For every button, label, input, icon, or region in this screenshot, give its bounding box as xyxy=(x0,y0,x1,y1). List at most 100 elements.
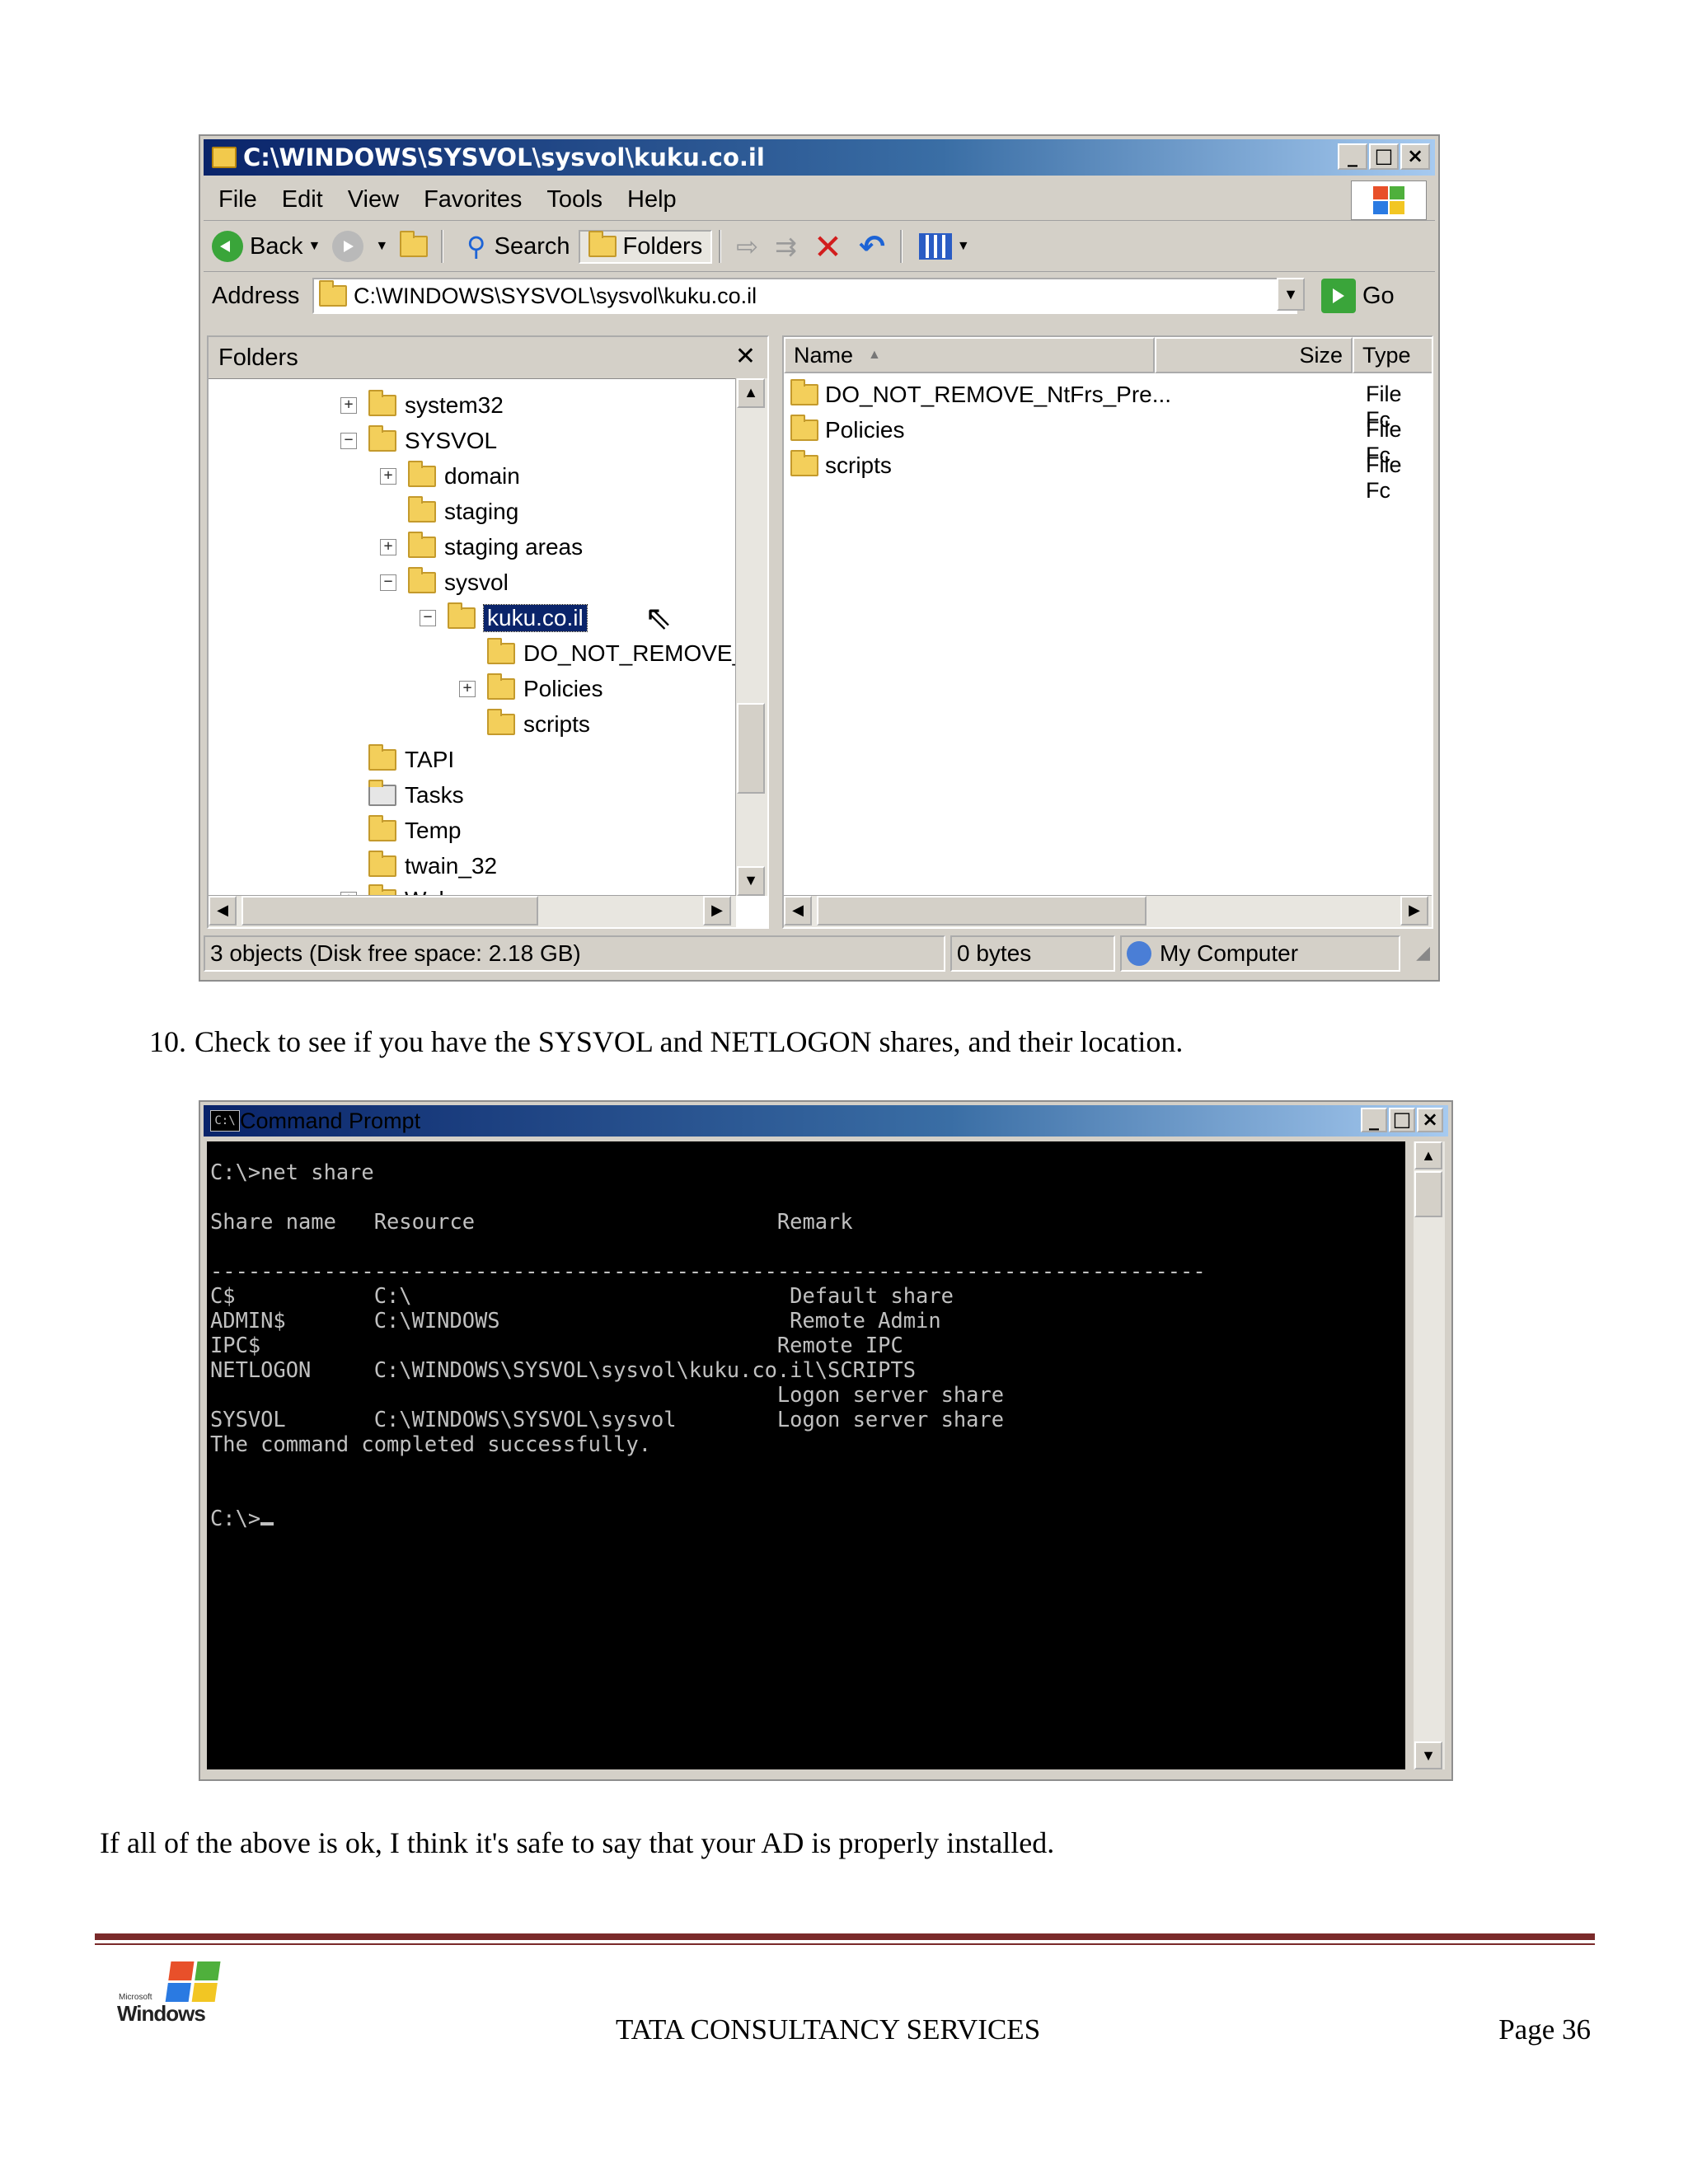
windows-flag-icon xyxy=(1373,186,1406,216)
menu-help[interactable]: Help xyxy=(627,186,677,213)
up-folder-button[interactable] xyxy=(400,231,434,257)
expand-icon[interactable]: + xyxy=(380,468,396,485)
tree-item[interactable]: scripts xyxy=(459,709,590,740)
expand-icon[interactable]: + xyxy=(459,681,476,697)
address-input[interactable]: C:\WINDOWS\SYSVOL\sysvol\kuku.co.il xyxy=(312,278,1297,314)
tree-item[interactable]: + staging areas xyxy=(380,532,583,563)
folder-icon xyxy=(408,532,436,558)
toolbar: Back ▼ ▼ ⚲ Search Folders ⇨ ⇉ ✕ ↶ ▼ xyxy=(204,222,1435,272)
explorer-titlebar[interactable]: C:\WINDOWS\SYSVOL\sysvol\kuku.co.il _ □ … xyxy=(204,139,1435,176)
tree-item-label: DO_NOT_REMOVE_I xyxy=(523,640,752,666)
scroll-thumb[interactable] xyxy=(737,703,765,794)
text-cursor xyxy=(260,1522,274,1526)
tree-item[interactable]: DO_NOT_REMOVE_I xyxy=(459,638,752,669)
minimize-button[interactable]: _ xyxy=(1361,1108,1387,1132)
list-item[interactable]: DO_NOT_REMOVE_NtFrs_Pre... xyxy=(790,378,1171,411)
tree-item-label: scripts xyxy=(523,711,590,737)
tree-item[interactable]: TAPI xyxy=(340,744,454,776)
list-item[interactable]: scripts xyxy=(790,449,892,482)
menu-view[interactable]: View xyxy=(348,186,399,213)
back-button[interactable]: Back ▼ xyxy=(212,231,324,262)
tree-item[interactable]: + domain xyxy=(380,461,520,492)
tasks-folder-icon xyxy=(368,780,396,806)
close-button[interactable]: × xyxy=(1400,143,1430,170)
collapse-icon[interactable]: − xyxy=(380,574,396,591)
menu-file[interactable]: File xyxy=(218,186,257,213)
folders-button[interactable]: Folders xyxy=(578,229,713,264)
files-horizontal-scrollbar[interactable]: ◀ ▶ xyxy=(784,895,1432,927)
scroll-thumb[interactable] xyxy=(241,896,538,926)
mouse-cursor-icon: ⇖ xyxy=(644,600,673,636)
search-button[interactable]: ⚲ Search xyxy=(458,231,570,262)
chevron-down-icon[interactable]: ▼ xyxy=(307,239,321,254)
close-icon[interactable]: ✕ xyxy=(735,342,756,371)
column-header-name[interactable]: Name ▲ xyxy=(784,337,1155,373)
scroll-thumb[interactable] xyxy=(817,896,1146,926)
page-number: Page 36 xyxy=(1498,2013,1591,2046)
tree-item[interactable]: − sysvol xyxy=(380,567,509,598)
scroll-left-button[interactable]: ◀ xyxy=(784,896,812,926)
close-button[interactable]: × xyxy=(1417,1108,1443,1132)
scroll-right-button[interactable]: ▶ xyxy=(703,896,731,926)
footer-rule-thin xyxy=(95,1943,1595,1945)
tree-item[interactable]: − SYSVOL xyxy=(340,425,497,457)
maximize-button[interactable]: □ xyxy=(1369,143,1399,170)
cmd-vertical-scrollbar[interactable]: ▲ ▼ xyxy=(1414,1141,1445,1769)
scroll-up-button[interactable]: ▲ xyxy=(1414,1141,1442,1169)
column-header-size[interactable]: Size xyxy=(1155,337,1353,373)
delete-icon[interactable]: ✕ xyxy=(814,227,842,267)
list-item[interactable]: Policies xyxy=(790,414,904,447)
scroll-up-button[interactable]: ▲ xyxy=(737,378,765,408)
status-bar: 3 objects (Disk free space: 2.18 GB) 0 b… xyxy=(204,934,1435,975)
folders-vertical-scrollbar[interactable]: ▲ ▼ xyxy=(735,378,767,896)
tree-item[interactable]: twain_32 xyxy=(340,851,497,882)
minimize-button[interactable]: _ xyxy=(1338,143,1367,170)
tree-item-label: system32 xyxy=(405,392,504,418)
menu-favorites[interactable]: Favorites xyxy=(424,186,522,213)
column-header-type[interactable]: Type xyxy=(1353,337,1432,373)
chevron-down-icon[interactable]: ▼ xyxy=(957,239,970,254)
tree-item[interactable]: Tasks xyxy=(340,780,464,811)
back-label: Back xyxy=(250,232,303,260)
expand-icon[interactable]: + xyxy=(340,397,357,414)
window-title: C:\WINDOWS\SYSVOL\sysvol\kuku.co.il xyxy=(243,143,765,171)
tree-item[interactable]: + system32 xyxy=(340,390,504,421)
scroll-left-button[interactable]: ◀ xyxy=(209,896,237,926)
step-instruction: 10. Check to see if you have the SYSVOL a… xyxy=(149,1024,1183,1059)
maximize-button[interactable]: □ xyxy=(1389,1108,1415,1132)
console-output[interactable]: C:\>net share Share name Resource Remark… xyxy=(207,1141,1405,1769)
tree-item-label: staging areas xyxy=(444,534,584,560)
tree-item-selected[interactable]: − kuku.co.il ⇖ xyxy=(420,600,673,636)
address-dropdown-button[interactable]: ▼ xyxy=(1277,278,1305,311)
scroll-right-button[interactable]: ▶ xyxy=(1400,896,1428,926)
chevron-down-icon[interactable]: ▼ xyxy=(375,239,388,254)
scroll-down-button[interactable]: ▼ xyxy=(1414,1741,1442,1769)
cmd-titlebar[interactable]: C:\ Command Prompt _ □ × xyxy=(204,1105,1448,1137)
scroll-thumb[interactable] xyxy=(1414,1171,1442,1217)
sort-ascending-icon: ▲ xyxy=(868,348,881,362)
views-icon[interactable] xyxy=(918,233,952,260)
column-name-label: Name xyxy=(794,342,854,368)
folders-horizontal-scrollbar[interactable]: ◀ ▶ xyxy=(209,895,736,927)
toolbar-separator xyxy=(719,230,722,263)
copy-to-icon[interactable]: ⇉ xyxy=(775,231,797,262)
windows-flag-icon xyxy=(165,1961,222,2003)
menu-tools[interactable]: Tools xyxy=(546,186,603,213)
menu-edit[interactable]: Edit xyxy=(282,186,323,213)
expand-icon[interactable]: + xyxy=(380,539,396,555)
collapse-icon[interactable]: − xyxy=(420,610,436,626)
go-button[interactable]: Go xyxy=(1321,279,1395,313)
folders-label: Folders xyxy=(622,232,703,260)
status-location-label: My Computer xyxy=(1160,940,1299,966)
tree-item[interactable]: staging xyxy=(380,496,518,527)
tree-item[interactable]: + Policies xyxy=(459,673,603,705)
scroll-down-button[interactable]: ▼ xyxy=(737,866,765,896)
move-to-icon[interactable]: ⇨ xyxy=(736,231,758,262)
collapse-icon[interactable]: − xyxy=(340,433,357,449)
resize-grip-icon[interactable]: ◢ xyxy=(1416,942,1430,963)
toolbar-separator xyxy=(899,230,903,263)
tree-item[interactable]: Temp xyxy=(340,815,461,846)
undo-icon[interactable]: ↶ xyxy=(859,228,885,265)
file-name: scripts xyxy=(825,452,892,478)
forward-button[interactable]: ▼ xyxy=(332,231,392,262)
